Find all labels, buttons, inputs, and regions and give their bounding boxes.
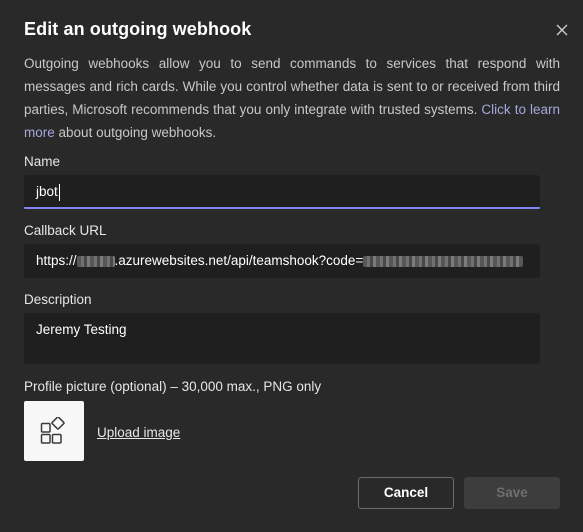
save-button[interactable]: Save — [464, 477, 560, 509]
redacted-code — [363, 255, 524, 267]
callback-url-input[interactable]: https:// .azurewebsites.net/api/teamshook… — [24, 244, 540, 278]
name-label: Name — [24, 154, 61, 169]
apps-add-icon — [40, 417, 65, 444]
upload-image-link[interactable]: Upload image — [97, 425, 180, 440]
dialog-description: Outgoing webhooks allow you to send comm… — [24, 52, 560, 144]
dialog-title: Edit an outgoing webhook — [24, 19, 252, 39]
description-value: Jeremy Testing — [36, 322, 127, 337]
description-input[interactable]: Jeremy Testing — [24, 313, 540, 364]
name-value: jbot — [36, 184, 58, 199]
callback-url-prefix: https:// — [36, 253, 77, 268]
callback-url-label: Callback URL — [24, 223, 107, 238]
learn-more-suffix: about outgoing webhooks. — [58, 125, 217, 140]
name-input[interactable]: jbot — [24, 175, 540, 209]
close-icon[interactable] — [554, 22, 570, 38]
redacted-host — [76, 255, 115, 267]
description-text: Outgoing webhooks allow you to send comm… — [24, 56, 560, 117]
description-label: Description — [24, 292, 92, 307]
profile-picture-preview — [24, 401, 84, 461]
cancel-button[interactable]: Cancel — [358, 477, 454, 509]
callback-url-middle: .azurewebsites.net/api/teamshook?code= — [114, 253, 364, 268]
profile-picture-label: Profile picture (optional) – 30,000 max.… — [24, 379, 322, 394]
edit-webhook-dialog: Edit an outgoing webhook Outgoing webhoo… — [0, 0, 583, 532]
text-caret — [58, 183, 60, 201]
